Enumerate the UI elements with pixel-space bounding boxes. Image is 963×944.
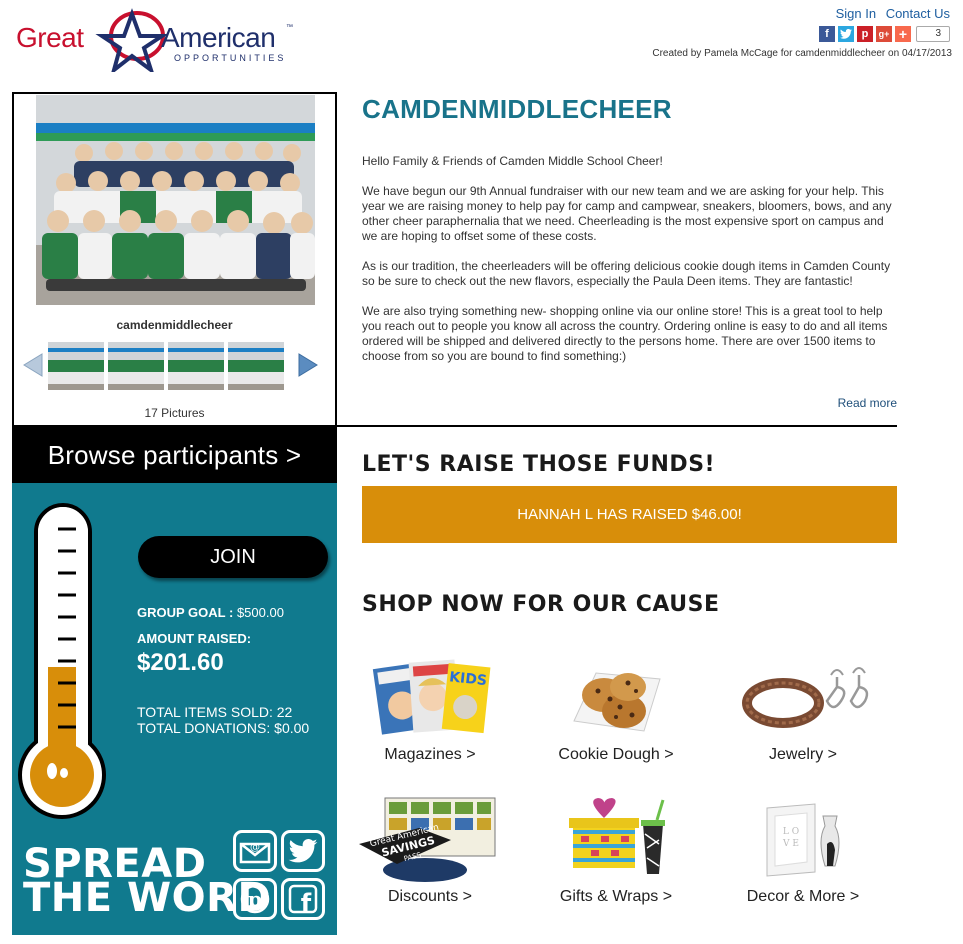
facebook-icon[interactable]: f bbox=[281, 878, 325, 920]
twitter-share-icon[interactable] bbox=[838, 25, 854, 42]
twitter-icon[interactable] bbox=[281, 830, 325, 872]
category-label[interactable]: Decor & More > bbox=[718, 888, 888, 906]
add-share-icon[interactable]: + bbox=[895, 25, 911, 42]
category-label[interactable]: Cookie Dough > bbox=[531, 746, 701, 764]
savings-pass-icon: Great American SAVINGS PASS bbox=[345, 790, 515, 888]
thumbnail-strip bbox=[48, 342, 288, 390]
description-paragraph: Hello Family & Friends of Camden Middle … bbox=[362, 154, 663, 168]
thumbnail[interactable] bbox=[168, 342, 224, 390]
contact-us-link[interactable]: Contact Us bbox=[886, 6, 950, 21]
read-more-link[interactable]: Read more bbox=[838, 396, 897, 410]
amount-raised-value: $201.60 bbox=[137, 649, 224, 676]
magazines-icon: KIDS bbox=[345, 648, 515, 746]
category-label[interactable]: Magazines > bbox=[345, 746, 515, 764]
totals: TOTAL ITEMS SOLD: 22 TOTAL DONATIONS: $0… bbox=[137, 704, 309, 736]
thumbnail[interactable] bbox=[108, 342, 164, 390]
svg-text:V E: V E bbox=[782, 839, 799, 849]
svg-text:p: p bbox=[248, 887, 262, 911]
logo-text-great: Great bbox=[16, 22, 84, 53]
gallery-caption: camdenmiddlecheer bbox=[116, 318, 233, 332]
fundraising-panel: JOIN GROUP GOAL : $500.00 AMOUNT RAISED:… bbox=[12, 483, 337, 935]
previous-arrow-icon[interactable] bbox=[20, 352, 46, 378]
google-plus-share-icon[interactable]: g+ bbox=[876, 25, 892, 42]
cookie-icon bbox=[531, 648, 701, 746]
category-decor[interactable]: L O V E Decor & More > bbox=[718, 790, 888, 906]
share-bar: f p g+ + 3 bbox=[819, 25, 950, 42]
sign-in-link[interactable]: Sign In bbox=[836, 6, 876, 21]
pinterest-icon[interactable]: p bbox=[233, 878, 277, 920]
picture-count: 17 Pictures bbox=[144, 406, 205, 420]
category-label[interactable]: Gifts & Wraps > bbox=[531, 888, 701, 906]
facebook-share-icon[interactable]: f bbox=[819, 25, 835, 42]
next-arrow-icon[interactable] bbox=[295, 352, 321, 378]
svg-text:L O: L O bbox=[783, 827, 799, 837]
category-jewelry[interactable]: Jewelry > bbox=[718, 648, 888, 764]
team-photo[interactable] bbox=[36, 95, 315, 305]
browse-participants-button[interactable]: Browse participants > bbox=[12, 427, 337, 483]
category-gifts-wraps[interactable]: Gifts & Wraps > bbox=[531, 790, 701, 906]
category-cookie-dough[interactable]: Cookie Dough > bbox=[531, 648, 701, 764]
logo-text-american: American bbox=[161, 22, 276, 53]
svg-text:@: @ bbox=[250, 842, 260, 853]
top-links: Sign In Contact Us bbox=[830, 6, 950, 21]
svg-text:f: f bbox=[301, 889, 312, 914]
total-donations: TOTAL DONATIONS: $0.00 bbox=[137, 720, 310, 736]
category-discounts[interactable]: Great American SAVINGS PASS Discounts > bbox=[345, 790, 515, 906]
group-goal: GROUP GOAL : $500.00 bbox=[137, 605, 284, 620]
description: Hello Family & Friends of Camden Middle … bbox=[362, 154, 898, 379]
share-count: 3 bbox=[916, 25, 950, 42]
category-magazines[interactable]: KIDS Magazines > bbox=[345, 648, 515, 764]
thumbnail[interactable] bbox=[48, 342, 104, 390]
logo-tagline: OPPORTUNITIES bbox=[174, 53, 287, 63]
photo-gallery: camdenmiddlecheer 17 Pictures bbox=[12, 92, 337, 427]
description-paragraph: As is our tradition, the cheerleaders wi… bbox=[362, 259, 891, 288]
join-button[interactable]: JOIN bbox=[138, 536, 328, 578]
logo[interactable]: Great American ™ OPPORTUNITIES bbox=[14, 6, 299, 72]
raise-funds-heading: LET'S RAISE THOSE FUNDS! bbox=[362, 452, 716, 477]
group-goal-label: GROUP GOAL : bbox=[137, 605, 234, 620]
shop-heading: SHOP NOW FOR OUR CAUSE bbox=[362, 592, 720, 617]
page-title: CAMDENMIDDLECHEER bbox=[362, 94, 672, 124]
thumbnail[interactable] bbox=[228, 342, 284, 390]
email-share-icon[interactable]: @ bbox=[233, 830, 277, 872]
description-paragraph: We have begun our 9th Annual fundraiser … bbox=[362, 184, 892, 243]
divider bbox=[337, 425, 897, 427]
description-paragraph: We are also trying something new- shoppi… bbox=[362, 304, 888, 363]
created-by-text: Created by Pamela McCage for camdenmiddl… bbox=[652, 48, 952, 59]
logo-trademark: ™ bbox=[286, 24, 293, 31]
category-label[interactable]: Jewelry > bbox=[718, 746, 888, 764]
amount-raised-label: AMOUNT RAISED: bbox=[137, 631, 252, 646]
decor-icon: L O V E bbox=[718, 790, 888, 888]
gift-icon bbox=[531, 790, 701, 888]
pinterest-share-icon[interactable]: p bbox=[857, 25, 873, 42]
total-items-sold: TOTAL ITEMS SOLD: 22 bbox=[137, 704, 293, 720]
top-seller-banner: HANNAH L HAS RAISED $46.00! bbox=[362, 486, 897, 543]
jewelry-icon bbox=[718, 648, 888, 746]
thermometer-icon bbox=[18, 503, 106, 819]
category-label[interactable]: Discounts > bbox=[345, 888, 515, 906]
group-goal-value: $500.00 bbox=[236, 605, 284, 620]
